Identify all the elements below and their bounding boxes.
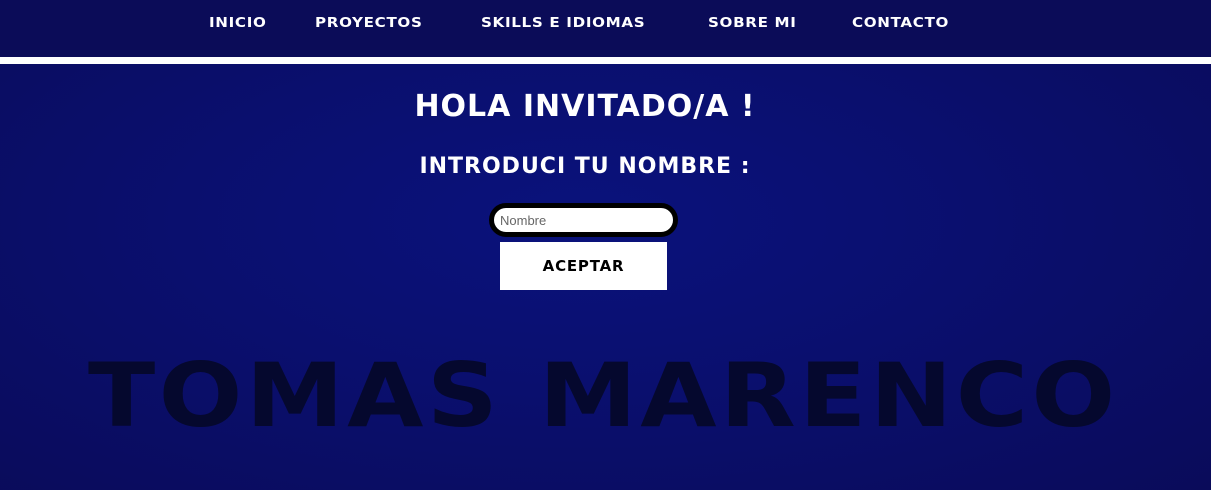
nav-item-inicio[interactable]: INICIO bbox=[209, 15, 267, 31]
nav-item-sobre-mi[interactable]: SOBRE MI bbox=[708, 15, 797, 31]
hero-name: TOMAS MARENCO bbox=[88, 344, 1119, 447]
nav-divider bbox=[0, 57, 1211, 64]
name-prompt: INTRODUCI TU NOMBRE : bbox=[419, 154, 751, 179]
nav-item-proyectos[interactable]: PROYECTOS bbox=[315, 15, 423, 31]
top-navbar: INICIO PROYECTOS SKILLS E IDIOMAS SOBRE … bbox=[0, 0, 1211, 57]
accept-button[interactable]: ACEPTAR bbox=[500, 242, 667, 290]
name-input[interactable] bbox=[489, 203, 678, 237]
nav-item-contacto[interactable]: CONTACTO bbox=[852, 15, 949, 31]
greeting-heading: HOLA INVITADO/A ! bbox=[414, 89, 756, 124]
nav-item-skills-e-idiomas[interactable]: SKILLS E IDIOMAS bbox=[481, 15, 645, 31]
